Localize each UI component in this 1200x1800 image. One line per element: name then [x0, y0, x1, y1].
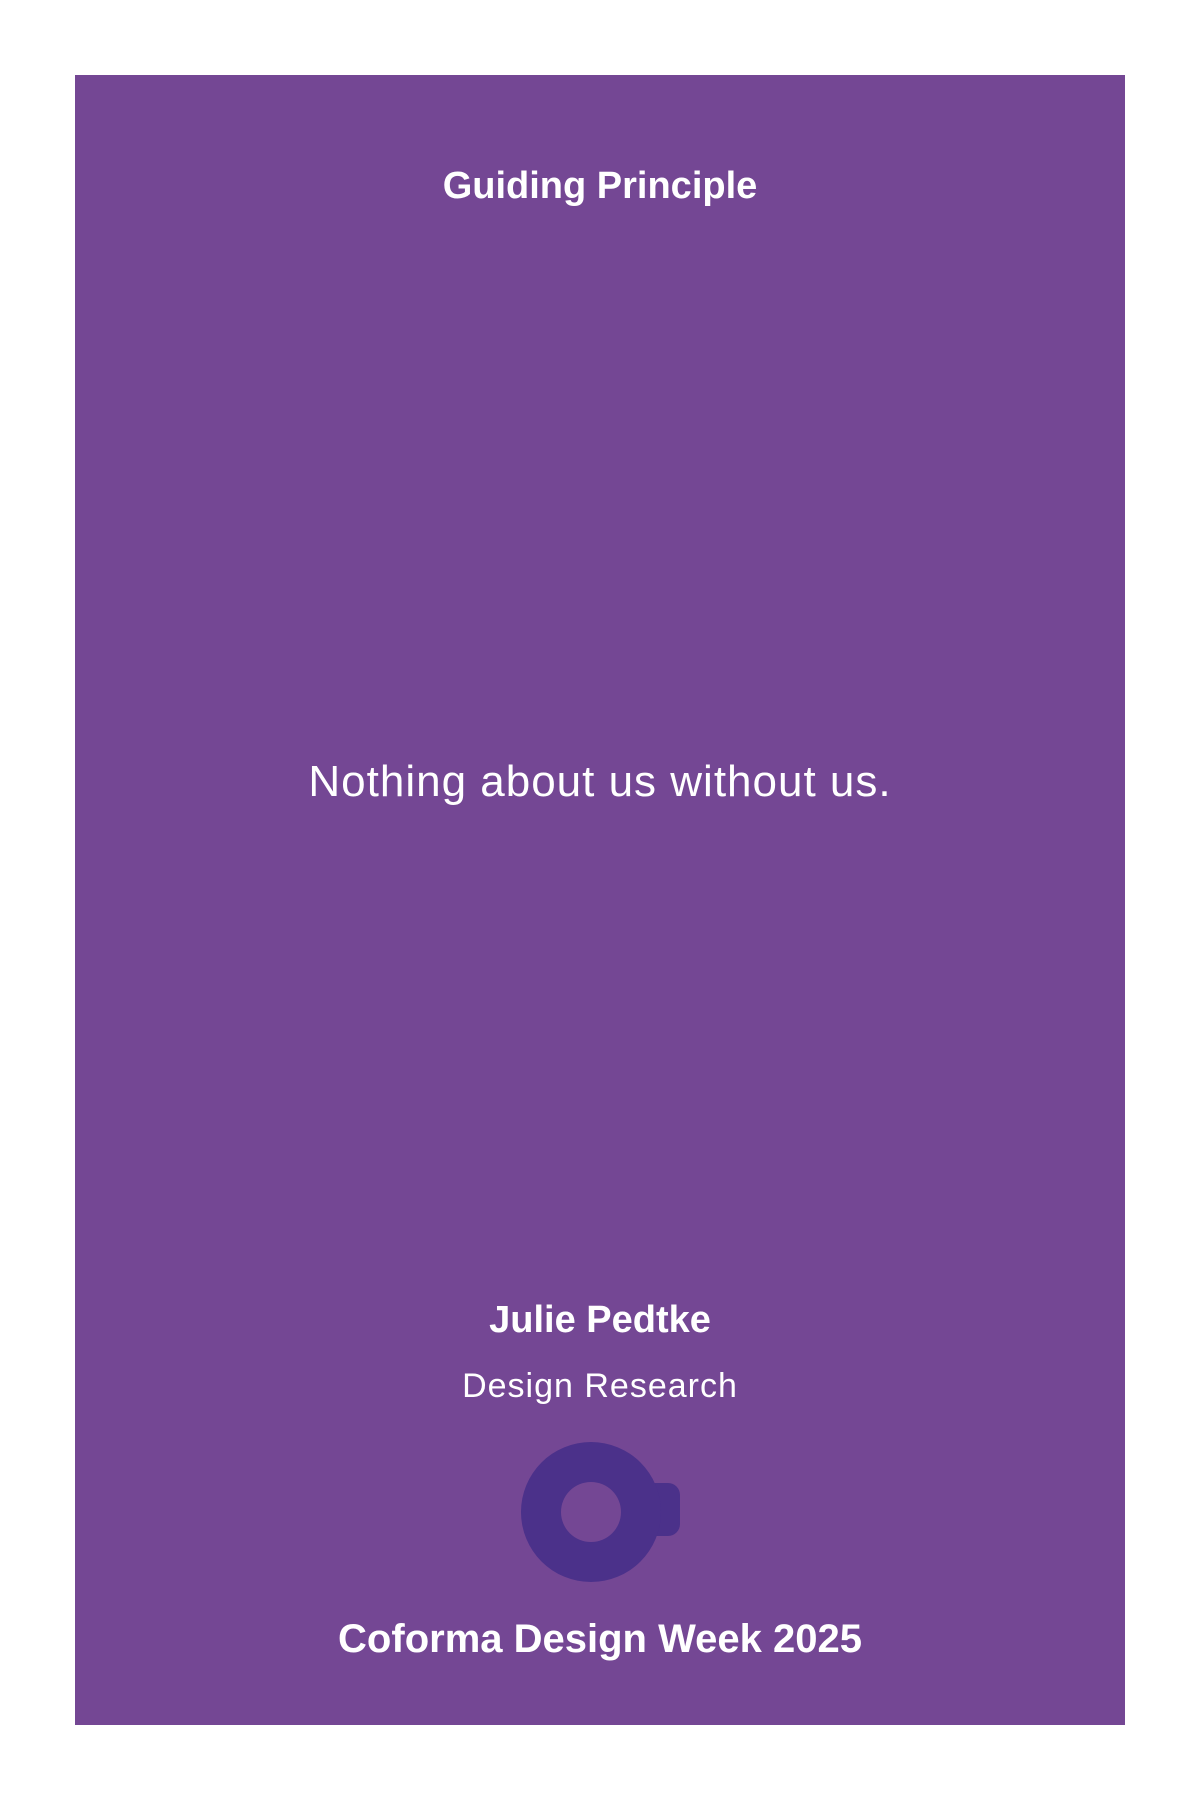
- author-role: Design Research: [462, 1367, 738, 1405]
- author-name: Julie Pedtke: [489, 1299, 711, 1341]
- principle-card: Guiding Principle Nothing about us witho…: [75, 75, 1125, 1725]
- card-heading: Guiding Principle: [442, 165, 758, 207]
- page: Guiding Principle Nothing about us witho…: [0, 0, 1200, 1800]
- mug-icon: [520, 1442, 680, 1582]
- event-footer: Coforma Design Week 2025: [338, 1617, 862, 1661]
- principle-quote: Nothing about us without us.: [308, 757, 892, 806]
